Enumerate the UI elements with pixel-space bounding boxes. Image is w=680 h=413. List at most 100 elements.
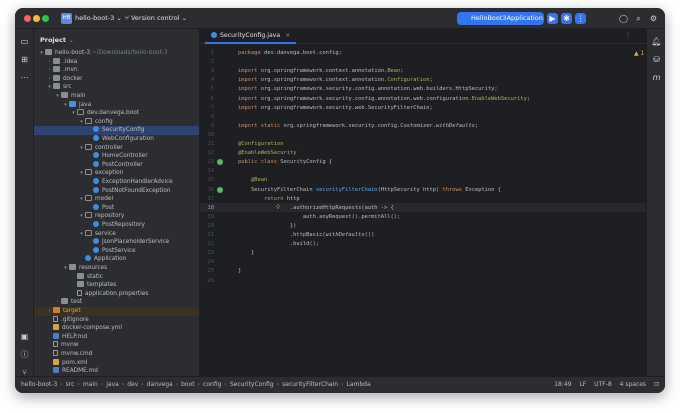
maven-icon[interactable]: m: [651, 72, 662, 83]
caret-position[interactable]: 18:49: [554, 381, 571, 388]
chevron-down-icon[interactable]: ▾: [78, 144, 85, 153]
tree-item[interactable]: ▾ controller: [34, 143, 199, 153]
breadcrumb-item[interactable]: boot: [181, 381, 195, 388]
tree-item[interactable]: README.md: [34, 367, 199, 376]
code-line[interactable]: auth.anyRequest().permitAll();: [238, 214, 400, 220]
database-icon[interactable]: ⛁: [651, 54, 662, 65]
spring-bean-icon[interactable]: [217, 186, 223, 193]
code-line[interactable]: }: [238, 268, 241, 274]
tree-item[interactable]: ▾ exception: [34, 169, 199, 178]
tree-item[interactable]: › test: [34, 298, 199, 307]
chevron-down-icon[interactable]: ▾: [62, 264, 69, 273]
breadcrumb-item[interactable]: config: [203, 381, 221, 388]
indent-setting[interactable]: 4 spaces: [620, 381, 646, 388]
tree-item[interactable]: ▾ config: [34, 117, 199, 127]
code-line[interactable]: import org.springframework.context.annot…: [238, 68, 404, 74]
breadcrumb-item[interactable]: danvega: [147, 381, 173, 388]
structure-tool-icon[interactable]: ⊞: [19, 54, 30, 65]
chevron-right-icon[interactable]: ›: [46, 75, 53, 84]
tree-item[interactable]: JsonPlaceholderService: [34, 238, 199, 247]
code-line[interactable]: public class SecurityConfig {: [238, 159, 332, 165]
tree-item[interactable]: ▾ service: [34, 229, 199, 239]
tree-item[interactable]: ▾ resources: [34, 264, 199, 273]
chevron-down-icon[interactable]: ▾: [62, 101, 69, 110]
chevron-down-icon[interactable]: ▾: [78, 212, 85, 221]
code-line[interactable]: import static org.springframework.securi…: [238, 123, 478, 129]
tree-item[interactable]: SecurityConfig: [34, 126, 199, 135]
tree-item[interactable]: templates: [34, 281, 199, 290]
notifications-icon[interactable]: 🔔︎: [651, 36, 662, 47]
code-line[interactable]: import org.springframework.security.conf…: [238, 96, 530, 102]
project-widget[interactable]: HB hello-boot-3 ⌄: [61, 13, 122, 24]
tree-item[interactable]: › .idea: [34, 57, 199, 67]
code-line[interactable]: import org.springframework.security.conf…: [238, 86, 498, 92]
code-line[interactable]: import org.springframework.security.web.…: [238, 105, 433, 111]
tab-security-config[interactable]: SecurityConfig.java ×: [205, 29, 297, 44]
tree-item[interactable]: › docker: [34, 74, 199, 84]
code-line[interactable]: import org.springframework.context.annot…: [238, 77, 433, 83]
breadcrumb-item[interactable]: Lambda: [347, 381, 371, 388]
tree-item[interactable]: pom.xml: [34, 358, 199, 368]
code-line[interactable]: @EnableWebSecurity: [238, 150, 296, 156]
tree-item[interactable]: ▾ hello-boot-3 ~/Downloads/hello-boot-3: [34, 49, 199, 58]
run-icon[interactable]: ▶: [547, 13, 558, 24]
minimize-window-button[interactable]: [33, 15, 40, 22]
terminal-tool-icon[interactable]: ▣: [19, 331, 30, 342]
breadcrumb-item[interactable]: java: [106, 381, 119, 388]
problems-tool-icon[interactable]: ⓘ: [19, 349, 30, 360]
close-window-button[interactable]: [24, 15, 31, 22]
chevron-down-icon[interactable]: ▾: [78, 195, 85, 204]
breadcrumb-item[interactable]: hello-boot-3: [21, 381, 57, 388]
chevron-right-icon[interactable]: ›: [54, 298, 61, 307]
zoom-window-button[interactable]: [42, 15, 49, 22]
tree-item[interactable]: static: [34, 272, 199, 282]
file-encoding[interactable]: UTF-8: [594, 381, 612, 388]
search-icon[interactable]: ⌕: [633, 13, 644, 24]
chevron-right-icon[interactable]: ›: [46, 66, 53, 75]
chevron-right-icon[interactable]: ›: [46, 307, 53, 316]
code-line[interactable]: package dev.danvega.boot.config;: [238, 50, 342, 56]
settings-icon[interactable]: ⚙: [648, 13, 659, 24]
tree-item[interactable]: Application: [34, 255, 199, 264]
tree-item[interactable]: mvnw.cmd: [34, 350, 199, 359]
tree-item[interactable]: PostNotFoundException: [34, 186, 199, 196]
tree-item[interactable]: ▾ model: [34, 195, 199, 204]
tree-item[interactable]: ▾ java: [34, 100, 199, 110]
run-configuration-selector[interactable]: HelloBoot3Application ⌄: [457, 12, 544, 35]
spring-bean-icon[interactable]: [217, 159, 223, 166]
tree-item[interactable]: PostService: [34, 246, 199, 256]
chevron-down-icon[interactable]: ▾: [46, 83, 53, 92]
code-line[interactable]: SecurityFilterChain securityFilterChain(…: [238, 187, 501, 193]
intention-bulb-icon[interactable]: 💡︎: [276, 204, 280, 212]
code-line[interactable]: return http: [238, 196, 300, 202]
lock-icon[interactable]: ⊡: [654, 381, 659, 388]
more-tools-icon[interactable]: ⋯: [19, 72, 30, 83]
tree-item[interactable]: ExceptionHandlerAdvice: [34, 178, 199, 187]
more-actions-icon[interactable]: ⋮: [575, 13, 586, 24]
tree-item[interactable]: mvnw: [34, 341, 199, 350]
project-panel-title[interactable]: Project ⌄: [40, 36, 74, 44]
tree-item[interactable]: PostController: [34, 160, 199, 170]
code-line[interactable]: @Configuration: [238, 141, 283, 147]
tree-item[interactable]: Post: [34, 203, 199, 213]
tree-item[interactable]: docker-compose.yml: [34, 324, 199, 333]
code-line[interactable]: }): [238, 223, 297, 229]
breadcrumb-item[interactable]: main: [83, 381, 98, 388]
project-tool-icon[interactable]: ▭: [19, 36, 30, 47]
tab-options-icon[interactable]: ⋮: [625, 29, 631, 44]
user-icon[interactable]: ◯: [618, 13, 629, 24]
breadcrumb-item[interactable]: src: [66, 381, 75, 388]
chevron-down-icon[interactable]: ▾: [78, 230, 85, 239]
tree-item[interactable]: › .mvn: [34, 66, 199, 75]
breadcrumb-item[interactable]: securityFilterChain: [282, 381, 338, 388]
inspection-warning-indicator[interactable]: ▲ 1: [634, 50, 644, 57]
tree-item[interactable]: PostRepository: [34, 221, 199, 230]
tree-item[interactable]: ▾ repository: [34, 212, 199, 221]
vcs-widget[interactable]: ⑂ Version control ⌄: [125, 13, 187, 24]
chevron-down-icon[interactable]: ▾: [70, 109, 77, 118]
tree-item[interactable]: ▾ dev.danvega.boot: [34, 109, 199, 118]
breadcrumb-item[interactable]: SecurityConfig: [230, 381, 274, 388]
code-line[interactable]: .httpBasic(withDefaults()): [238, 232, 374, 238]
tree-item[interactable]: application.properties: [34, 289, 199, 299]
code-line[interactable]: @Bean: [238, 177, 267, 183]
